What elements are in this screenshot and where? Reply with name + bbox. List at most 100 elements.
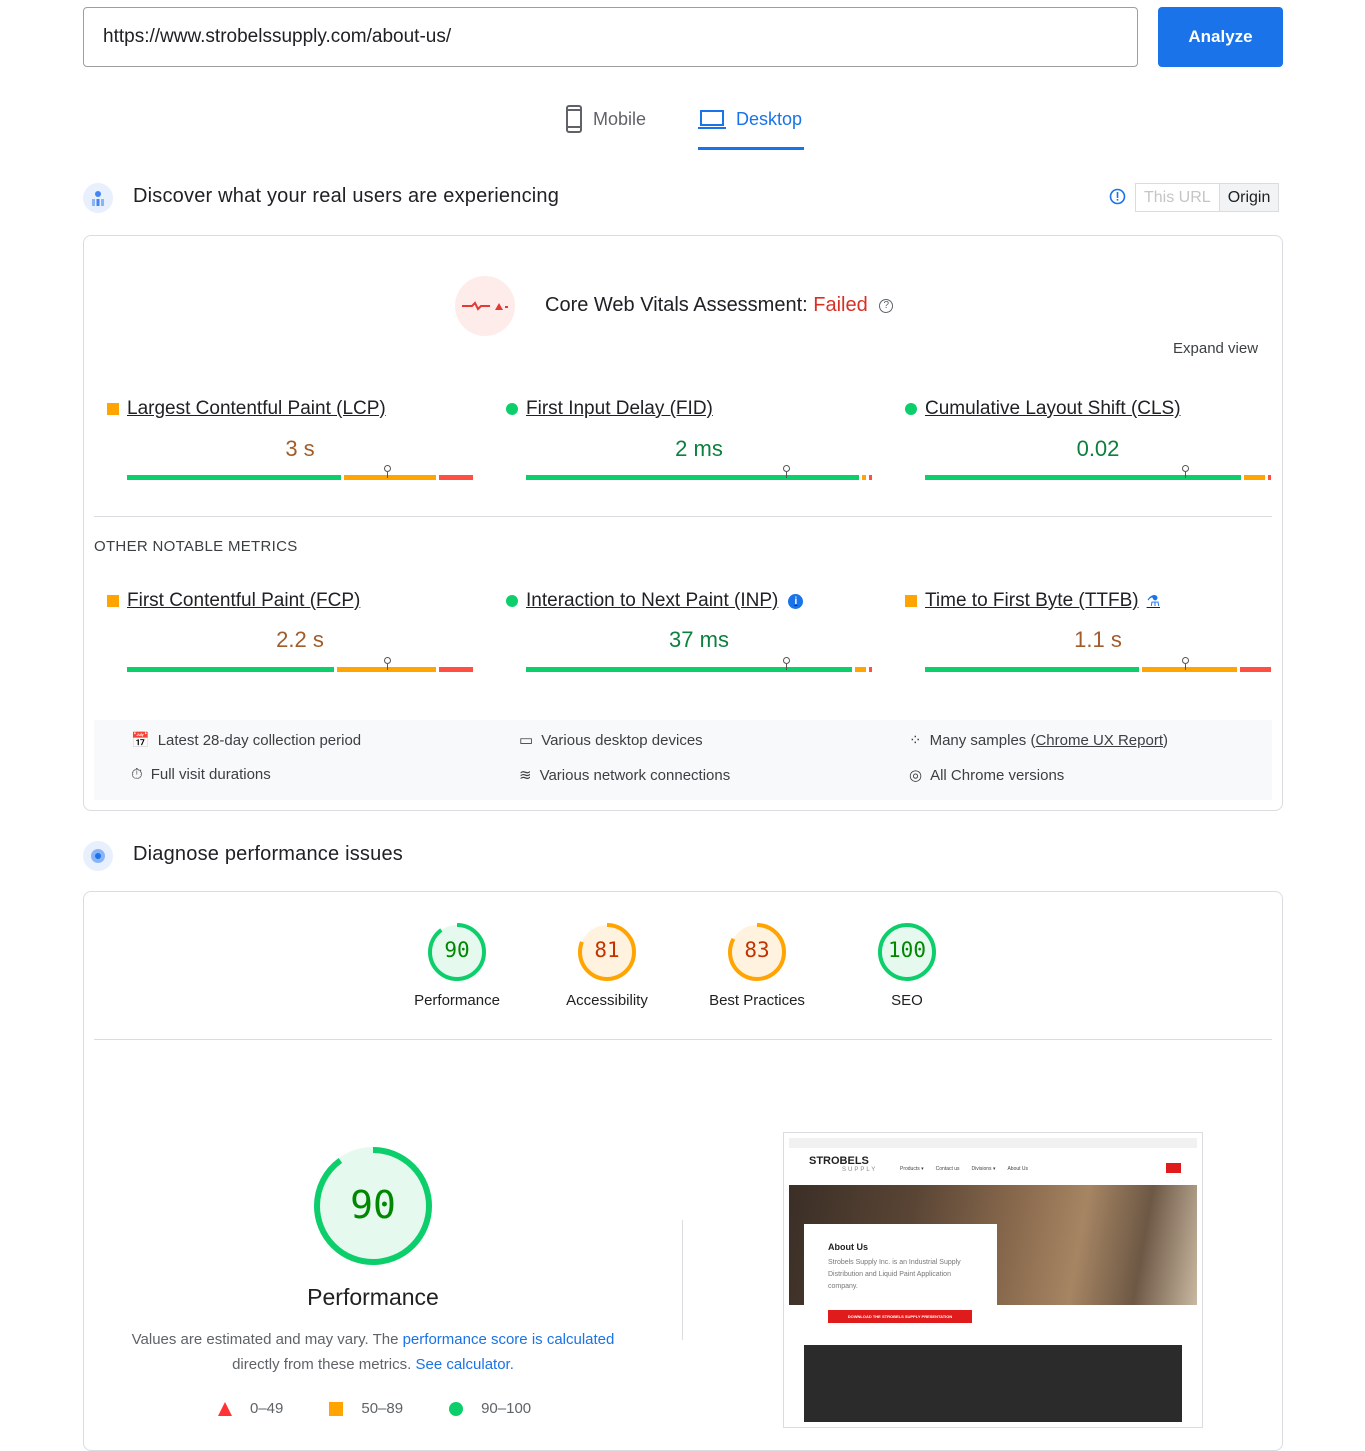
this-url-button[interactable]: This URL: [1136, 184, 1219, 211]
metric-name[interactable]: Cumulative Layout Shift (CLS): [925, 398, 1181, 420]
laptop-icon: [698, 110, 726, 129]
bar-segment-poor: [1267, 475, 1272, 480]
calculator-link[interactable]: See calculator.: [415, 1356, 513, 1373]
score-label: Best Practices: [709, 992, 805, 1009]
distribution-bar: [925, 657, 1271, 672]
score-gauge-performance[interactable]: 90 Performance: [397, 920, 517, 1009]
divider: [94, 516, 1272, 517]
metric-value: 37 ms: [669, 627, 729, 652]
screenshot-nav-item: Divisions ▾: [971, 1166, 996, 1172]
distribution-bar: [127, 465, 473, 480]
good-dot-icon: [506, 595, 518, 607]
score-calculated-link[interactable]: performance score is calculated: [403, 1331, 615, 1348]
screenshot-logo: STROBELS: [809, 1155, 869, 1167]
metric-name-link[interactable]: Time to First Byte (TTFB) ⚗: [905, 590, 1272, 612]
legend-good: 90–100: [449, 1400, 531, 1417]
metric-name-link[interactable]: First Input Delay (FID): [506, 398, 873, 420]
help-icon[interactable]: ?: [879, 298, 894, 313]
score-label: Accessibility: [566, 992, 648, 1009]
performance-big-score: 90: [350, 1183, 396, 1227]
legend-text: 90–100: [481, 1400, 532, 1417]
note-text: directly from these metrics.: [232, 1356, 416, 1373]
section-title-field: Discover what your real users are experi…: [133, 185, 560, 207]
analyze-button[interactable]: Analyze: [1158, 7, 1283, 67]
legend-text: 50–89: [361, 1400, 404, 1417]
metric-name-link[interactable]: Interaction to Next Paint (INP) i: [506, 590, 873, 612]
metric-fid: First Input Delay (FID) 2 ms: [506, 398, 873, 488]
divider: [682, 1220, 683, 1340]
tab-mobile[interactable]: Mobile: [565, 104, 646, 134]
good-dot-icon: [905, 403, 917, 415]
devices-icon: ▭: [519, 732, 534, 749]
url-input[interactable]: https://www.strobelssupply.com/about-us/: [83, 7, 1138, 67]
distribution-bar: [925, 465, 1272, 480]
square-icon: [329, 1401, 344, 1416]
info-text: Latest 28-day collection period: [157, 731, 362, 749]
bar-segment-good: [526, 475, 860, 480]
info-icon[interactable]: [1109, 188, 1126, 210]
tab-label: Mobile: [593, 108, 647, 129]
expand-view-toggle[interactable]: Expand view: [1173, 340, 1258, 357]
info-text: Various desktop devices: [541, 731, 703, 749]
screenshot-nav-item: About Us: [1007, 1166, 1029, 1172]
legend-average: 50–89: [329, 1400, 403, 1417]
p75-marker: [383, 465, 391, 478]
metric-ttfb: Time to First Byte (TTFB) ⚗ 1.1 s: [905, 590, 1272, 680]
bar-segment-good: [127, 667, 335, 672]
score-gauge-accessibility[interactable]: 81 Accessibility: [547, 920, 667, 1009]
phone-icon: [566, 105, 582, 133]
metric-name[interactable]: Interaction to Next Paint (INP): [526, 590, 778, 612]
p75-marker: [782, 465, 790, 478]
tab-desktop[interactable]: Desktop: [698, 104, 802, 134]
performance-big-gauge: 90: [312, 1145, 434, 1272]
score-value: 81: [594, 938, 620, 962]
metric-name-link[interactable]: Cumulative Layout Shift (CLS): [905, 398, 1272, 420]
calendar-icon: 📅: [131, 732, 150, 749]
metric-name[interactable]: First Input Delay (FID): [526, 398, 713, 420]
screenshot-nav-item: Contact us: [935, 1166, 960, 1172]
info-text: Various network connections: [539, 766, 731, 784]
metric-name-link[interactable]: First Contentful Paint (FCP): [107, 590, 474, 612]
metric-value: 1.1 s: [1074, 627, 1122, 652]
p75-marker: [1181, 465, 1189, 478]
p75-marker: [383, 657, 391, 670]
assessment-label: Core Web Vitals Assessment:: [545, 294, 814, 316]
p75-marker: [782, 657, 790, 670]
bar-segment-needs-improvement: [1244, 475, 1265, 480]
section-title-lab: Diagnose performance issues: [133, 843, 403, 865]
info-text: Many samples (: [929, 731, 1036, 749]
page-screenshot: STROBELS SUPPLY Products ▾ Contact us Divi…: [783, 1132, 1203, 1428]
info-text: All Chrome versions: [930, 766, 1065, 784]
info-text: Full visit durations: [150, 766, 271, 783]
p75-marker: [1181, 657, 1189, 670]
screenshot-logo-sub: SUPPLY: [842, 1167, 878, 1173]
bar-segment-needs-improvement: [344, 475, 436, 480]
experimental-flask-icon: ⚗: [1146, 593, 1161, 610]
other-metrics-heading: OTHER NOTABLE METRICS: [94, 538, 298, 555]
url-origin-toggle: This URL Origin: [1135, 183, 1280, 212]
bar-segment-good: [526, 667, 853, 672]
bar-segment-poor: [439, 475, 473, 480]
legend-text: 0–49: [250, 1400, 284, 1417]
origin-button[interactable]: Origin: [1218, 184, 1279, 211]
metric-name-link[interactable]: Largest Contentful Paint (LCP): [107, 398, 474, 420]
metric-name[interactable]: Largest Contentful Paint (LCP): [127, 398, 386, 420]
score-gauge-best-practices[interactable]: 83 Best Practices: [697, 920, 817, 1009]
failed-assessment-icon: [455, 276, 515, 336]
screenshot-heading: About Us: [828, 1242, 868, 1252]
metric-value: 2.2 s: [276, 627, 324, 652]
info-chrome-versions: ◎ All Chrome versions: [909, 766, 1065, 785]
score-label: Performance: [414, 992, 500, 1009]
metric-name[interactable]: Time to First Byte (TTFB): [925, 590, 1139, 612]
info-samples: ⁘ Many samples (Chrome UX Report): [909, 731, 1168, 750]
info-network: ≋ Various network connections: [519, 766, 731, 785]
chrome-ux-report-link[interactable]: Chrome UX Report: [1035, 732, 1163, 749]
cwv-assessment: Core Web Vitals Assessment: Failed ?: [545, 294, 894, 317]
metric-name[interactable]: First Contentful Paint (FCP): [127, 590, 360, 612]
good-dot-icon: [506, 403, 518, 415]
distribution-bar: [526, 465, 873, 480]
bar-segment-poor: [1240, 667, 1271, 672]
score-gauge-seo[interactable]: 100 SEO: [847, 920, 967, 1009]
screenshot-body: Strobels Supply Inc. is an Industrial Su…: [828, 1259, 961, 1290]
info-icon[interactable]: i: [788, 593, 804, 609]
